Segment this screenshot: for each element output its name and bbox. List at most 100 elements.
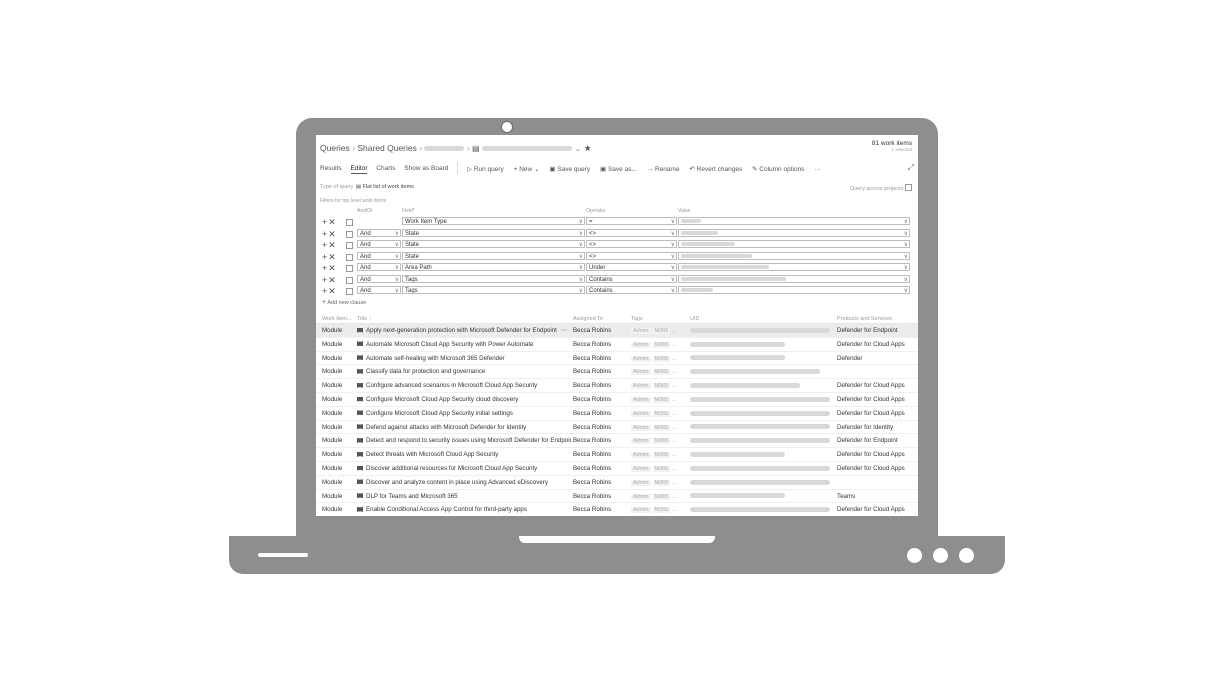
table-row[interactable]: Module Configure Microsoft Cloud App Sec… [316, 407, 918, 421]
query-type-select[interactable]: ▤ Flat list of work items [355, 183, 415, 191]
field-select[interactable]: Work Item Type ∨ [402, 217, 585, 225]
new-button[interactable]: + New ⌄ [514, 166, 540, 173]
save-query-button[interactable]: ▣ Save query [549, 166, 590, 173]
redacted-query-name[interactable] [481, 146, 572, 152]
andor-select[interactable]: And ∨ [357, 228, 401, 237]
title-cell[interactable]: Automate self-healing with Microsoft 365… [357, 355, 571, 362]
operator-select[interactable]: <> ∨ [586, 251, 677, 260]
title-cell[interactable]: Detect and respond to security issues us… [357, 437, 571, 444]
field-select[interactable]: State ∨ [402, 240, 585, 248]
clause-checkbox[interactable] [346, 276, 353, 284]
title-cell[interactable]: DLP for Teams and Microsoft 365 [357, 493, 571, 500]
table-row[interactable]: Module Detect threats with Microsoft Clo… [316, 448, 918, 462]
clause-checkbox[interactable] [346, 219, 353, 226]
remove-clause-icon[interactable]: ✕ [328, 275, 337, 285]
header-work-item-type[interactable]: Work Item... [322, 316, 352, 322]
title-cell[interactable]: Discover additional resources for Micros… [357, 465, 571, 472]
table-row[interactable]: Module Apply next-generation protection … [316, 324, 918, 338]
rename-button[interactable]: → Rename [647, 166, 680, 173]
expand-icon[interactable]: ⤢ [908, 163, 914, 173]
field-select[interactable]: Area Path ∨ [402, 263, 585, 271]
row-more-options-icon[interactable]: ⋯ [561, 327, 567, 334]
table-row[interactable]: Module Detect and respond to security is… [316, 434, 918, 449]
value-select[interactable]: ∨ [678, 251, 910, 260]
clause-checkbox[interactable] [346, 242, 353, 249]
field-select[interactable]: Tags ∨ [402, 274, 585, 283]
header-assigned-to[interactable]: Assigned To [573, 316, 603, 322]
table-row[interactable]: Module Discover and analyze content in p… [316, 476, 918, 490]
clause-checkbox[interactable] [346, 288, 353, 295]
save-as-button[interactable]: ▣ Save as... [600, 166, 637, 173]
table-row[interactable]: Module Enable Conditional Access App Con… [316, 503, 918, 516]
title-cell[interactable]: Automate Microsoft Cloud App Security wi… [357, 341, 571, 348]
value-select[interactable]: ∨ [678, 240, 910, 248]
remove-clause-icon[interactable]: ✕ [328, 252, 337, 262]
table-row[interactable]: Module Discover additional resources for… [316, 462, 918, 476]
table-row[interactable]: Module DLP for Teams and Microsoft 365 B… [316, 490, 918, 504]
breadcrumb-shared-queries[interactable]: Shared Queries [357, 143, 417, 153]
header-products-services[interactable]: Products and Services [837, 316, 892, 322]
header-tags[interactable]: Tags [631, 316, 643, 322]
title-cell[interactable]: Defend against attacks with Microsoft De… [357, 424, 571, 431]
operator-select[interactable]: Under ∨ [586, 263, 677, 271]
star-icon[interactable]: ★ [584, 143, 592, 153]
table-row[interactable]: Module Automate Microsoft Cloud App Secu… [316, 338, 918, 352]
operator-select[interactable]: <> ∨ [586, 240, 677, 248]
add-new-clause-button[interactable]: + Add new clause [322, 299, 366, 306]
header-uid[interactable]: UID [690, 316, 699, 322]
query-across-projects-checkbox[interactable] [905, 184, 912, 191]
run-query-button[interactable]: ▷ Run query [467, 166, 504, 173]
field-select[interactable]: State ∨ [402, 251, 585, 260]
chevron-down-icon[interactable]: ⌄ [574, 143, 581, 153]
remove-clause-icon[interactable]: ✕ [328, 263, 337, 273]
andor-value: And [360, 253, 371, 260]
remove-clause-icon[interactable]: ✕ [328, 217, 337, 227]
value-select[interactable]: ∨ [678, 274, 910, 283]
table-row[interactable]: Module Classify data for protection and … [316, 365, 918, 380]
more-options-button[interactable]: ··· [814, 166, 821, 173]
title-cell[interactable]: Configure Microsoft Cloud App Security i… [357, 410, 571, 417]
revert-changes-button[interactable]: ↶ Revert changes [689, 166, 742, 173]
remove-clause-icon[interactable]: ✕ [328, 240, 337, 250]
value-select[interactable]: ∨ [678, 217, 910, 225]
value-select[interactable]: ∨ [678, 228, 910, 237]
clause-checkbox[interactable] [346, 265, 353, 272]
title-cell[interactable]: Enable Conditional Access App Control fo… [357, 506, 571, 513]
title-cell[interactable]: Discover and analyze content in place us… [357, 479, 571, 486]
field-select[interactable]: Tags ∨ [402, 286, 585, 294]
table-row[interactable]: Module Defend against attacks with Micro… [316, 421, 918, 435]
field-select[interactable]: State ∨ [402, 228, 585, 237]
andor-select[interactable]: And ∨ [357, 251, 401, 260]
table-row[interactable]: Module Automate self-healing with Micros… [316, 352, 918, 366]
tab-charts[interactable]: Charts [376, 165, 395, 172]
tab-results[interactable]: Results [320, 165, 342, 172]
operator-select[interactable]: = ∨ [586, 217, 677, 225]
clause-checkbox[interactable] [346, 230, 353, 238]
query-across-projects[interactable]: Query across projects [850, 184, 912, 192]
andor-select[interactable]: And ∨ [357, 240, 401, 248]
column-options-button[interactable]: ✎ Column options [752, 166, 804, 173]
value-select[interactable]: ∨ [678, 263, 910, 271]
remove-clause-icon[interactable]: ✕ [328, 229, 337, 239]
value-select[interactable]: ∨ [678, 286, 910, 294]
andor-select[interactable]: And ∨ [357, 286, 401, 294]
table-row[interactable]: Module Configure advanced scenarios in M… [316, 379, 918, 393]
title-cell[interactable]: Apply next-generation protection with Mi… [357, 327, 571, 334]
redacted-folder[interactable] [424, 146, 465, 152]
tab-show-as-board[interactable]: Show as Board [404, 165, 448, 172]
title-cell[interactable]: Configure advanced scenarios in Microsof… [357, 382, 571, 389]
title-cell[interactable]: Configure Microsoft Cloud App Security c… [357, 396, 571, 403]
table-row[interactable]: Module Configure Microsoft Cloud App Sec… [316, 393, 918, 407]
remove-clause-icon[interactable]: ✕ [328, 286, 337, 296]
clause-checkbox[interactable] [346, 253, 353, 261]
title-cell[interactable]: Detect threats with Microsoft Cloud App … [357, 451, 571, 458]
operator-select[interactable]: <> ∨ [586, 228, 677, 237]
operator-select[interactable]: Contains ∨ [586, 286, 677, 294]
andor-select[interactable]: And ∨ [357, 263, 401, 271]
header-title[interactable]: Title ↑ [357, 316, 371, 322]
operator-select[interactable]: Contains ∨ [586, 274, 677, 283]
title-cell[interactable]: Classify data for protection and governa… [357, 368, 571, 375]
tab-editor[interactable]: Editor [350, 165, 368, 174]
breadcrumb-queries[interactable]: Queries [320, 143, 350, 153]
andor-select[interactable]: And ∨ [357, 274, 401, 283]
